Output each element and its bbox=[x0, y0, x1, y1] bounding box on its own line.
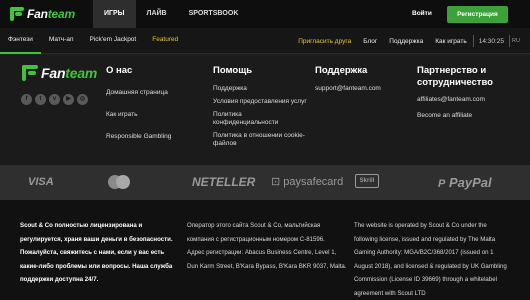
logo-text: Fanteam bbox=[27, 7, 75, 21]
legal-line: Commission (License ID 39669) through a … bbox=[354, 276, 497, 283]
footer-col-about: О нас Домашняя страница Как играть Respo… bbox=[106, 65, 171, 141]
footer-link-privacy[interactable]: Политика конфиденциальности bbox=[213, 111, 308, 127]
subnav-pickem-jackpot[interactable]: Pick'em Jackpot bbox=[81, 28, 144, 54]
legal-line: компания с регистрационным номером C-815… bbox=[187, 235, 325, 243]
legal-line: Dun Karm Street, B'Kara Bypass, B'Kara B… bbox=[187, 262, 347, 270]
legal-info: Scout & Co полностью лицензирована и рег… bbox=[0, 200, 530, 300]
footer-links: Fanteam f t v ▶ ◎ О нас Домашняя страниц… bbox=[0, 55, 530, 165]
clock: 14:30:25 bbox=[478, 37, 505, 45]
language-selector[interactable]: RU bbox=[510, 38, 520, 44]
legal-line: какие-либо проблемы или вопросы. Наша сл… bbox=[20, 262, 173, 270]
tab-games[interactable]: ИГРЫ bbox=[93, 0, 136, 28]
footer-col-title: Поддержка bbox=[315, 65, 368, 76]
neteller-logo: NETELLER bbox=[192, 175, 256, 189]
footer-logo-text: Fanteam bbox=[41, 65, 98, 81]
payment-methods: VISA NETELLER ⊡ paysafecard Skrill P Pay… bbox=[0, 165, 530, 200]
logo[interactable]: Fanteam bbox=[10, 6, 75, 22]
footer-col-title: О нас bbox=[106, 65, 133, 76]
legal-text-operator: Оператор этого сайта Scout & Co, мальтий… bbox=[187, 219, 352, 273]
legal-line: поддержки доступна 24/7. bbox=[20, 276, 99, 283]
legal-line: August 2018), and licensed & regulated b… bbox=[354, 262, 507, 270]
tab-live[interactable]: ЛАЙВ bbox=[136, 0, 178, 28]
invite-friend-link[interactable]: Пригласить друга bbox=[292, 38, 357, 45]
legal-line: agreement with Scout LTD bbox=[354, 289, 426, 297]
fanteam-logo-icon bbox=[10, 7, 24, 21]
subnav-matchup[interactable]: Матч-ап bbox=[41, 28, 82, 54]
legal-text-license: The website is operated by Scout & Co un… bbox=[354, 219, 526, 300]
login-link[interactable]: Войти bbox=[412, 10, 432, 17]
support-link[interactable]: Поддержка bbox=[383, 38, 429, 45]
legal-line: Пожалуйста, свяжитесь с нами, если у вас… bbox=[20, 249, 165, 256]
legal-line: Оператор этого сайта Scout & Co, мальтий… bbox=[187, 222, 321, 229]
twitter-icon[interactable]: t bbox=[35, 94, 46, 105]
vk-icon[interactable]: v bbox=[49, 94, 60, 105]
sub-navigation: Фэнтези Матч-ап Pick'em Jackpot Featured… bbox=[0, 28, 530, 54]
footer-link-home[interactable]: Домашняя страница bbox=[106, 89, 171, 97]
blog-link[interactable]: Блог bbox=[357, 38, 383, 45]
how-to-play-link[interactable]: Как играть bbox=[429, 38, 473, 45]
social-links: f t v ▶ ◎ bbox=[21, 94, 88, 105]
legal-line: регулируется, храня ваши деньги в безопа… bbox=[20, 235, 173, 243]
main-tabs: ИГРЫ ЛАЙВ SPORTSBOOK bbox=[93, 0, 249, 28]
affiliates-email-link[interactable]: affiliates@fanteam.com bbox=[417, 96, 493, 104]
footer-col-help: Помощь Поддержка Условия предоставления … bbox=[213, 65, 308, 148]
footer-link-support[interactable]: Поддержка bbox=[213, 85, 308, 93]
footer-col-partners: Партнерство и сотрудничество affiliates@… bbox=[417, 65, 493, 120]
top-bar: Fanteam ИГРЫ ЛАЙВ SPORTSBOOK Войти Регис… bbox=[0, 0, 530, 28]
subnav-featured[interactable]: Featured bbox=[144, 28, 186, 54]
legal-line: Адрес регистрации: Abacus Business Centr… bbox=[187, 249, 337, 256]
facebook-icon[interactable]: f bbox=[21, 94, 32, 105]
footer-col-title: Партнерство и bbox=[417, 65, 487, 76]
legal-line: following license, issued and regulated … bbox=[354, 235, 496, 243]
footer-col-support: Поддержка support@fanteam.com bbox=[315, 65, 381, 93]
footer-link-responsible-gambling[interactable]: Responsible Gambling bbox=[106, 133, 171, 141]
paysafecard-logo: ⊡ paysafecard bbox=[271, 176, 344, 188]
mastercard-logo bbox=[108, 175, 130, 189]
instagram-icon[interactable]: ◎ bbox=[77, 94, 88, 105]
visa-logo: VISA bbox=[28, 176, 54, 188]
legal-line: Scout & Co полностью лицензирована и bbox=[20, 222, 143, 229]
skrill-logo: Skrill bbox=[355, 174, 379, 188]
become-affiliate-link[interactable]: Become an affiliate bbox=[417, 112, 493, 120]
fanteam-logo-icon bbox=[22, 65, 38, 81]
legal-text-ru: Scout & Co полностью лицензирована и рег… bbox=[20, 219, 190, 287]
youtube-icon[interactable]: ▶ bbox=[63, 94, 74, 105]
footer-link-how-to-play[interactable]: Как играть bbox=[106, 111, 171, 119]
support-email-link[interactable]: support@fanteam.com bbox=[315, 85, 381, 93]
register-button[interactable]: Регистрация bbox=[447, 6, 508, 23]
legal-line: The website is operated by Scout & Co un… bbox=[354, 222, 487, 229]
tab-sportsbook[interactable]: SPORTSBOOK bbox=[178, 0, 250, 28]
footer-link-terms[interactable]: Условия предоставления услуг bbox=[213, 98, 308, 106]
footer-logo[interactable]: Fanteam bbox=[22, 65, 97, 81]
paypal-logo: P PayPal bbox=[438, 175, 492, 190]
subnav-fantasy[interactable]: Фэнтези bbox=[0, 28, 41, 54]
footer-link-cookies[interactable]: Политика в отношении cookie-файлов bbox=[213, 132, 308, 148]
footer-col-title: сотрудничество bbox=[417, 77, 493, 88]
legal-line: Gaming Authority: MGA/B2C/368/2017 (issu… bbox=[354, 249, 494, 256]
footer-col-title: Помощь bbox=[213, 65, 253, 76]
